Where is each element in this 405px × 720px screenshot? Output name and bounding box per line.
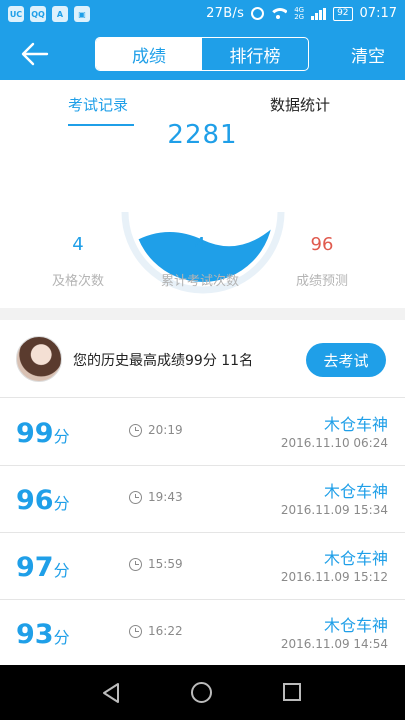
record-duration-text: 15:59 — [148, 557, 183, 571]
nav-recents-icon[interactable] — [283, 683, 301, 701]
record-date: 2016.11.09 15:12 — [280, 570, 388, 584]
record-score-unit: 分 — [53, 427, 70, 446]
record-duration: 15:59 — [129, 557, 183, 571]
qq-icon: QQ — [30, 6, 46, 22]
system-nav-bar — [0, 665, 405, 720]
record-row[interactable]: 96分 19:43 木仓车神 2016.11.09 15:34 — [0, 466, 405, 533]
back-arrow-icon[interactable] — [20, 40, 50, 68]
tab-exam-records[interactable]: 考试记录 — [68, 94, 128, 115]
notification-icons: UC QQ A ▣ — [8, 6, 90, 22]
stat-label: 累计考试次数 — [160, 274, 239, 289]
tab-leaderboard[interactable]: 排行榜 — [202, 38, 308, 70]
clock-icon — [129, 557, 142, 571]
clear-button[interactable]: 清空 — [351, 42, 385, 67]
record-date: 2016.11.09 14:54 — [280, 637, 388, 651]
record-duration: 19:43 — [129, 490, 183, 504]
best-score-card: 您的历史最高成绩99分 11名 去考试 — [0, 320, 405, 398]
network-speed: 27B/s — [206, 6, 245, 21]
stat-pass-count: 4 及格次数 — [8, 234, 148, 289]
uc-browser-icon: UC — [8, 6, 24, 22]
clock-icon — [129, 490, 142, 504]
clock-icon — [129, 624, 142, 638]
signal-icon — [311, 7, 327, 20]
gallery-icon: ▣ — [74, 6, 90, 22]
stat-value: 96 — [310, 234, 334, 255]
record-user-name: 木仓车神 — [323, 549, 388, 568]
record-score-number: 97 — [16, 552, 54, 583]
record-user-name: 木仓车神 — [323, 616, 388, 635]
nav-home-icon[interactable] — [191, 682, 212, 703]
record-duration-text: 16:22 — [148, 624, 183, 638]
record-score: 99分 — [16, 418, 70, 449]
record-row[interactable]: 97分 15:59 木仓车神 2016.11.09 15:12 — [0, 533, 405, 600]
tab-scores[interactable]: 成绩 — [96, 38, 202, 70]
stat-value: 4 — [194, 234, 206, 255]
record-score-unit: 分 — [53, 561, 70, 580]
stat-prediction: 96 成绩预测 — [252, 234, 392, 289]
record-date: 2016.11.09 15:34 — [280, 503, 388, 517]
record-score-unit: 分 — [53, 628, 70, 647]
nav-back-icon[interactable] — [101, 682, 121, 704]
section-divider — [0, 308, 405, 320]
record-duration: 20:19 — [129, 423, 183, 437]
record-score: 96分 — [16, 485, 70, 516]
record-duration-text: 20:19 — [148, 423, 183, 437]
app-header: 成绩 排行榜 清空 — [0, 28, 405, 80]
status-bar: UC QQ A ▣ 27B/s 4G 2G 92 07:17 — [0, 0, 405, 28]
record-score-number: 93 — [16, 619, 54, 650]
record-date: 2016.11.10 06:24 — [280, 436, 388, 450]
app-a-icon: A — [52, 6, 68, 22]
network-type-bottom: 2G — [294, 12, 305, 21]
stat-value: 4 — [72, 234, 84, 255]
record-score-unit: 分 — [53, 494, 70, 513]
clock-time: 07:17 — [359, 6, 397, 21]
best-score-text: 您的历史最高成绩99分 11名 — [73, 353, 254, 369]
battery-icon: 92 — [333, 6, 353, 21]
stat-label: 及格次数 — [51, 274, 104, 289]
tab-data-stats[interactable]: 数据统计 — [270, 94, 330, 115]
stat-total-exams: 4 累计考试次数 — [130, 234, 270, 289]
record-row[interactable]: 99分 20:19 木仓车神 2016.11.10 06:24 — [0, 399, 405, 466]
record-score-number: 96 — [16, 485, 54, 516]
record-score: 97分 — [16, 552, 70, 583]
record-user-name: 木仓车神 — [323, 482, 388, 501]
segmented-control: 成绩 排行榜 — [95, 37, 309, 71]
clock-icon — [129, 423, 142, 437]
record-user-name: 木仓车神 — [323, 415, 388, 434]
record-score-number: 99 — [16, 418, 54, 449]
alarm-icon — [251, 7, 265, 20]
wifi-icon — [271, 7, 288, 20]
screen: UC QQ A ▣ 27B/s 4G 2G 92 07:17 成绩 排行榜 清空… — [0, 0, 405, 720]
network-type: 4G 2G — [294, 6, 305, 21]
record-duration-text: 19:43 — [148, 490, 183, 504]
record-duration: 16:22 — [129, 624, 183, 638]
stat-label: 成绩预测 — [295, 274, 348, 289]
record-score: 93分 — [16, 619, 70, 650]
record-row[interactable]: 93分 16:22 木仓车神 2016.11.09 14:54 — [0, 600, 405, 667]
avatar[interactable] — [16, 336, 62, 382]
gauge-value: 2281 — [167, 120, 238, 150]
take-exam-button[interactable]: 去考试 — [306, 343, 386, 377]
record-list: 99分 20:19 木仓车神 2016.11.10 06:24 96分 19:4… — [0, 399, 405, 667]
status-indicators: 27B/s 4G 2G 92 07:17 — [206, 6, 397, 21]
